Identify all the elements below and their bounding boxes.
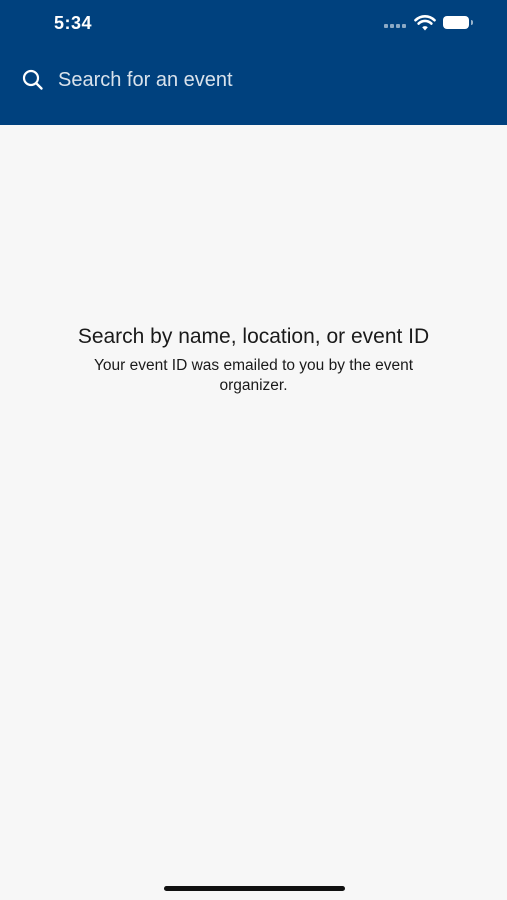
search-icon	[22, 69, 43, 90]
battery-icon	[443, 16, 475, 30]
signal-icon	[384, 22, 408, 28]
home-indicator[interactable]	[164, 886, 345, 891]
status-time: 5:34	[54, 13, 93, 33]
search-bar[interactable]	[0, 52, 507, 108]
app-header: 5:34	[0, 0, 507, 125]
status-bar: 5:34	[0, 0, 507, 48]
search-input[interactable]	[58, 66, 478, 94]
empty-state-subtitle: Your event ID was emailed to you by the …	[93, 357, 414, 394]
wifi-icon	[414, 15, 436, 31]
empty-state-title: Search by name, location, or event ID	[77, 325, 430, 348]
empty-state: Search by name, location, or event ID Yo…	[0, 324, 507, 396]
